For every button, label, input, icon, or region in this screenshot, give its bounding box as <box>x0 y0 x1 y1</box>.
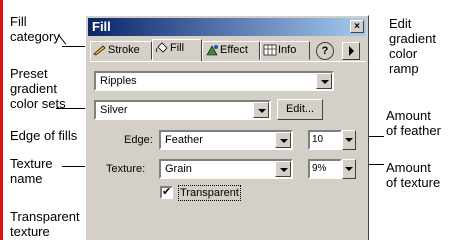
texture-value: Grain <box>165 163 192 175</box>
tab-stroke-label: Stroke <box>108 44 140 56</box>
panel-title: Fill <box>92 19 111 34</box>
texture-dropdown[interactable]: Grain <box>159 159 293 179</box>
triangle-right-icon <box>349 46 354 56</box>
tab-fill[interactable]: Fill <box>152 39 202 61</box>
tab-scroll-right-icon[interactable] <box>342 42 360 60</box>
tab-stroke[interactable]: Stroke <box>90 41 152 60</box>
chevron-down-icon[interactable] <box>316 73 332 89</box>
callout-texture-name: Texture name <box>10 156 53 186</box>
texture-label: Texture: <box>106 163 146 175</box>
gradient-preset-dropdown[interactable]: Silver <box>94 100 271 120</box>
help-icon[interactable]: ? <box>316 42 334 60</box>
left-accent-bar <box>0 0 3 240</box>
edge-value: Feather <box>165 134 203 146</box>
edge-label: Edge: <box>124 134 153 146</box>
fill-type-value: Ripples <box>100 75 137 87</box>
edge-dropdown[interactable]: Feather <box>159 130 293 150</box>
close-icon[interactable]: × <box>350 20 364 33</box>
callout-preset-gradient: Preset gradient color sets <box>10 66 66 111</box>
fill-panel: Fill × Stroke Fill Effect Info ? Ripples… <box>85 15 369 240</box>
gradient-preset-value: Silver <box>100 104 128 116</box>
tab-info[interactable]: Info <box>260 41 310 60</box>
tab-info-label: Info <box>278 44 297 56</box>
tab-effect[interactable]: Effect <box>202 41 260 60</box>
callout-amount-feather: Amount of feather <box>386 108 441 138</box>
transparent-label[interactable]: Transparent <box>178 185 241 201</box>
effect-icon <box>206 45 218 56</box>
transparent-checkbox[interactable]: ✔ <box>160 186 173 199</box>
panel-tabs: Stroke Fill Effect Info ? <box>90 39 366 61</box>
callout-transparent-texture: Transparent texture <box>10 209 80 239</box>
callout-edge-of-fills: Edge of fills <box>10 128 78 143</box>
chevron-down-icon[interactable] <box>253 102 269 118</box>
callout-amount-texture: Amount of texture <box>386 160 441 190</box>
edit-gradient-button[interactable]: Edit... <box>277 99 323 120</box>
fill-type-dropdown[interactable]: Ripples <box>94 71 334 91</box>
feather-amount-field[interactable]: 10 <box>308 130 342 150</box>
pencil-icon <box>93 45 106 56</box>
tab-fill-label: Fill <box>170 42 185 54</box>
callout-fill-category: Fill category <box>10 14 60 44</box>
chevron-down-icon[interactable] <box>275 132 291 148</box>
callout-edit-gradient: Edit gradient color ramp <box>389 16 436 76</box>
texture-amount-slider-button[interactable] <box>342 159 356 179</box>
texture-amount-field[interactable]: 9% <box>308 159 342 179</box>
panel-titlebar[interactable]: Fill × <box>88 18 366 36</box>
chevron-down-icon[interactable] <box>275 161 291 177</box>
tab-divider <box>90 61 366 62</box>
paint-bucket-icon <box>156 42 168 53</box>
tab-effect-label: Effect <box>220 44 248 56</box>
feather-amount-slider-button[interactable] <box>342 130 356 150</box>
info-grid-icon <box>263 44 277 56</box>
